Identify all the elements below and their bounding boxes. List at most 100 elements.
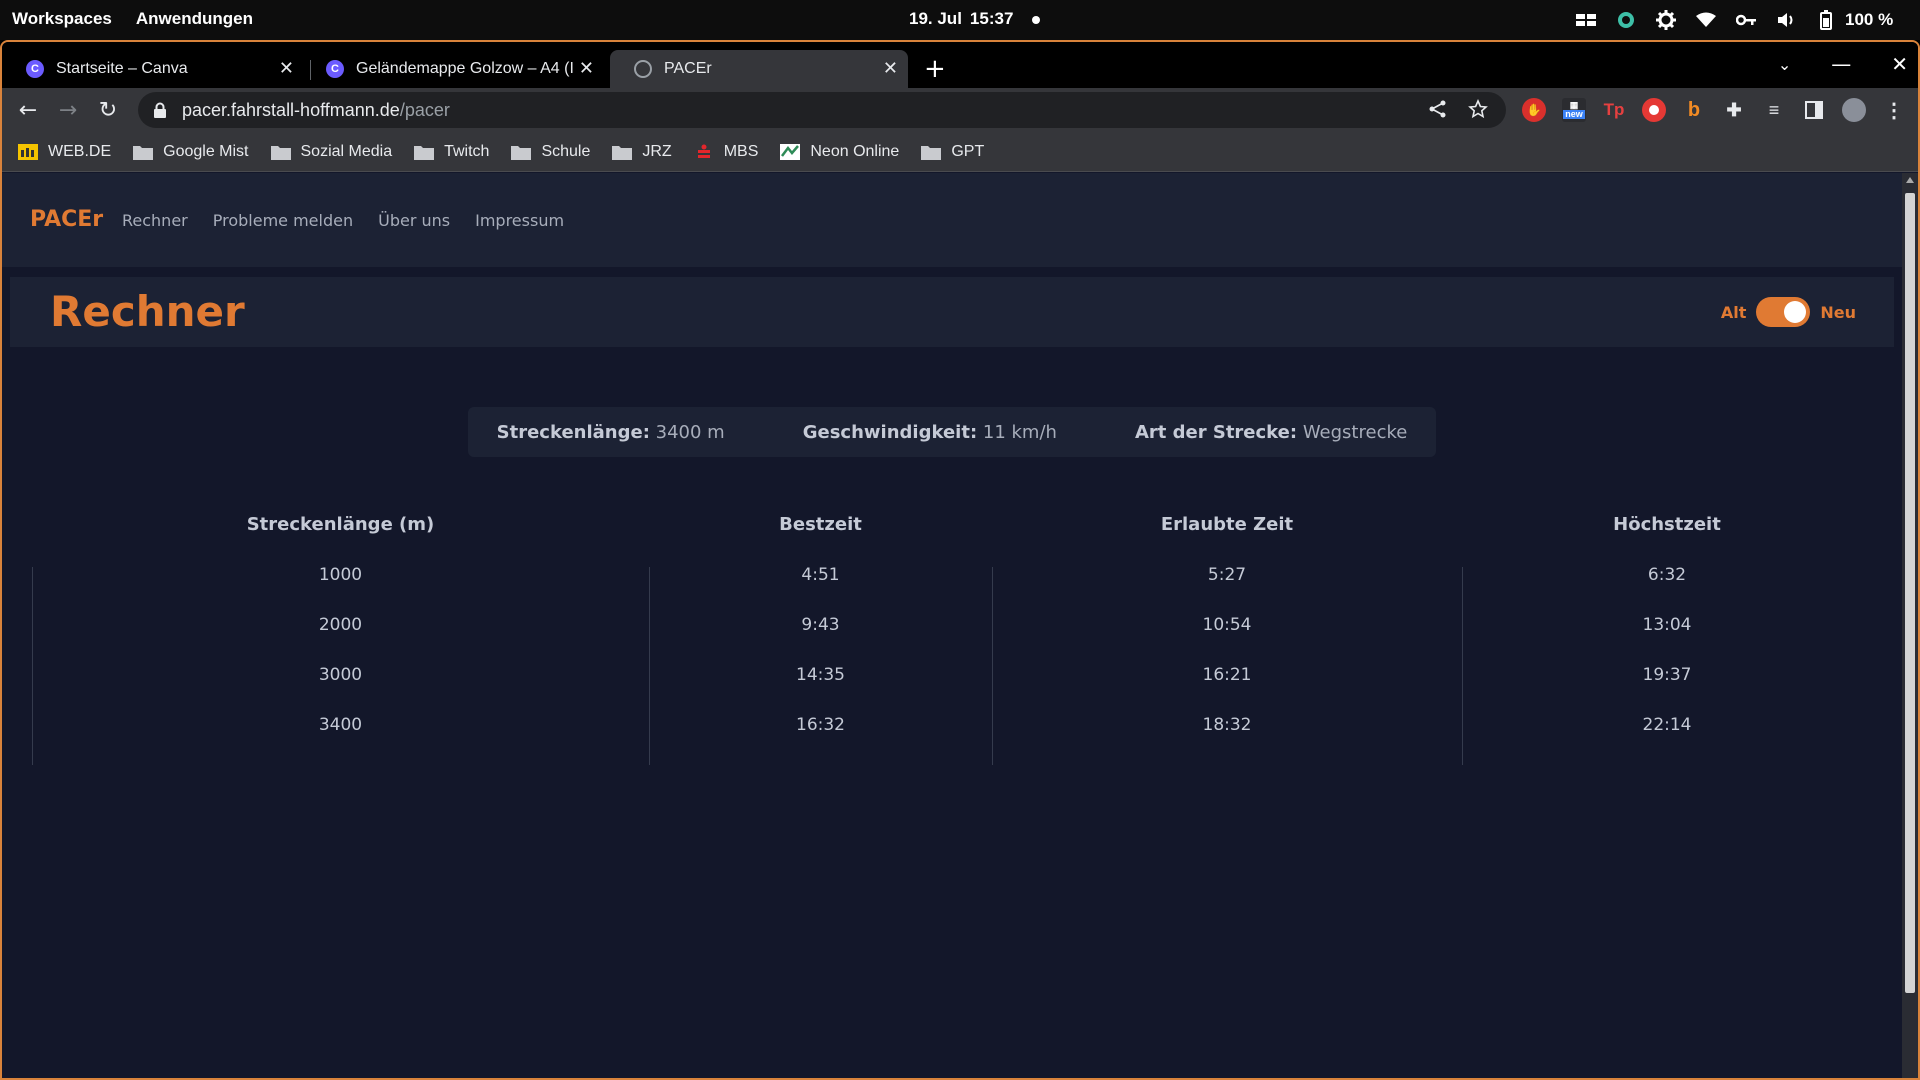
clock[interactable]: 19. Jul 15:37 — [909, 9, 1013, 29]
workspaces-button[interactable]: Workspaces — [12, 9, 112, 29]
url-path: /pacer — [399, 99, 450, 120]
site-navbar: PACEr Rechner Probleme melden Über uns I… — [2, 173, 1902, 267]
close-tab-icon[interactable]: ✕ — [883, 58, 898, 79]
new-tab-button[interactable]: + — [924, 54, 946, 84]
tab-canva-home[interactable]: C Startseite – Canva ✕ — [2, 50, 304, 88]
table-cell: 22:14 — [1642, 715, 1692, 735]
version-toggle-group: Alt Neu — [1721, 297, 1856, 327]
nav-link-ueber-uns[interactable]: Über uns — [378, 211, 450, 230]
battery-icon[interactable] — [1815, 9, 1837, 31]
bookmark-label: JRZ — [642, 142, 672, 160]
menu-kebab-icon[interactable]: ⋮ — [1882, 98, 1906, 122]
settings-gear-icon[interactable] — [1655, 9, 1677, 31]
lock-icon[interactable] — [152, 102, 168, 118]
table-cell: 16:21 — [1202, 665, 1252, 685]
table-cell: 3400 — [318, 715, 363, 735]
bookmark-folder-google-mist[interactable]: Google Mist — [133, 143, 249, 161]
type-summary: Art der Strecke: Wegstrecke — [1135, 422, 1407, 443]
tab-strip: C Startseite – Canva ✕ C Geländemappe Go… — [2, 42, 1918, 88]
site-brand[interactable]: PACEr — [30, 207, 103, 232]
extensions-puzzle-icon[interactable]: ✚ — [1722, 98, 1746, 122]
tab-search-chevron-icon[interactable]: ⌄ — [1778, 55, 1791, 74]
ext-new-icon[interactable]: ▦ new — [1562, 98, 1586, 122]
bookmark-folder-twitch[interactable]: Twitch — [414, 143, 489, 161]
bookmark-label: WEB.DE — [48, 142, 112, 160]
side-panel-icon[interactable] — [1802, 98, 1826, 122]
column-header: Bestzeit — [779, 514, 862, 535]
bookmark-label: Twitch — [444, 142, 490, 160]
toggle-knob — [1784, 301, 1807, 323]
scrollbar-thumb[interactable] — [1905, 193, 1915, 993]
app-indicator-icon[interactable] — [1615, 9, 1637, 31]
table-cell: 4:51 — [801, 565, 840, 585]
tab-title: Geländemappe Golzow – A4 (I — [356, 60, 574, 77]
vpn-key-icon[interactable] — [1735, 9, 1757, 31]
minimize-icon[interactable]: — — [1831, 52, 1851, 76]
parameters-summary: Streckenlänge: 3400 m Geschwindigkeit: 1… — [468, 407, 1436, 457]
length-summary: Streckenlänge: 3400 m — [497, 422, 725, 443]
bookmark-mbs[interactable]: MBS — [694, 142, 759, 161]
applications-button[interactable]: Anwendungen — [136, 9, 253, 29]
folder-icon — [414, 145, 435, 160]
table-cell: 18:32 — [1202, 715, 1252, 735]
share-icon[interactable] — [1428, 99, 1448, 119]
column-length: Streckenlänge (m) 1000 2000 3000 3400 — [32, 513, 649, 763]
reload-icon[interactable]: ↻ — [94, 96, 122, 124]
column-bestzeit: Bestzeit 4:51 9:43 14:35 16:32 — [649, 513, 992, 763]
bookmark-folder-jrz[interactable]: JRZ — [612, 142, 672, 161]
page-scrollbar[interactable] — [1902, 173, 1918, 1078]
scroll-up-arrow-icon[interactable] — [1906, 177, 1914, 183]
wifi-icon[interactable] — [1695, 9, 1717, 31]
nav-link-impressum[interactable]: Impressum — [475, 211, 564, 230]
close-window-icon[interactable]: ✕ — [1891, 52, 1908, 76]
bookmark-folder-sozial-media[interactable]: Sozial Media — [270, 142, 393, 161]
table-cell: 9:43 — [801, 615, 840, 635]
volume-icon[interactable] — [1775, 9, 1797, 31]
toggle-label-neu: Neu — [1820, 302, 1856, 322]
bookmark-label: MBS — [723, 142, 759, 160]
tp-extension-icon[interactable]: Tp — [1602, 98, 1626, 122]
tab-pacer[interactable]: PACEr ✕ — [610, 50, 908, 88]
record-extension-icon[interactable] — [1642, 98, 1666, 122]
folder-icon — [133, 145, 154, 160]
bookmarks-bar: WEB.DE Google Mist Sozial Media Twitch S… — [2, 132, 1918, 172]
tab-title: PACEr — [664, 60, 712, 77]
forward-arrow-icon[interactable]: → — [54, 96, 82, 124]
nav-link-probleme-melden[interactable]: Probleme melden — [213, 211, 353, 230]
bookmark-label: Sozial Media — [300, 142, 393, 160]
table-cell: 16:32 — [796, 715, 845, 735]
length-value: 3400 m — [655, 421, 725, 443]
folder-icon — [612, 145, 633, 160]
nav-link-rechner[interactable]: Rechner — [122, 211, 188, 230]
bookmark-star-icon[interactable] — [1468, 99, 1488, 119]
toggle-label-alt: Alt — [1720, 302, 1747, 322]
workspace-indicator-icon[interactable] — [1575, 9, 1597, 31]
bookmark-neon-online[interactable]: Neon Online — [780, 143, 899, 161]
canva-icon: C — [326, 60, 344, 78]
back-arrow-icon[interactable]: ← — [14, 96, 42, 124]
version-toggle-switch[interactable] — [1756, 297, 1811, 327]
tab-gelaendemappe[interactable]: C Geländemappe Golzow – A4 (I ✕ — [302, 50, 604, 88]
adblock-extension-icon[interactable]: ✋ — [1522, 98, 1546, 122]
table-cell: 3000 — [318, 665, 363, 685]
profile-avatar[interactable] — [1842, 98, 1866, 122]
table-cell: 10:54 — [1202, 615, 1252, 635]
bing-extension-icon[interactable]: b — [1682, 98, 1706, 122]
column-header: Streckenlänge (m) — [246, 514, 435, 535]
page-title: Rechner — [50, 287, 245, 336]
bookmark-folder-schule[interactable]: Schule — [511, 143, 590, 161]
bookmark-label: Schule — [541, 142, 591, 160]
system-tray[interactable]: 100 % — [1575, 9, 1893, 31]
address-bar[interactable]: pacer.fahrstall-hoffmann.de/pacer — [138, 92, 1506, 128]
battery-percentage: 100 % — [1845, 10, 1894, 29]
clock-date: 19. Jul — [909, 9, 962, 28]
bookmark-label: GPT — [951, 142, 985, 160]
column-erlaubte-zeit: Erlaubte Zeit 5:27 10:54 16:21 18:32 — [992, 513, 1462, 763]
close-tab-icon[interactable]: ✕ — [579, 58, 594, 79]
folder-icon — [270, 145, 291, 160]
bookmark-webde[interactable]: WEB.DE — [18, 143, 111, 161]
bookmark-folder-gpt[interactable]: GPT — [921, 143, 984, 161]
close-tab-icon[interactable]: ✕ — [279, 58, 294, 79]
table-cell: 6:32 — [1647, 565, 1687, 585]
media-queue-icon[interactable]: ≡ — [1762, 98, 1786, 122]
